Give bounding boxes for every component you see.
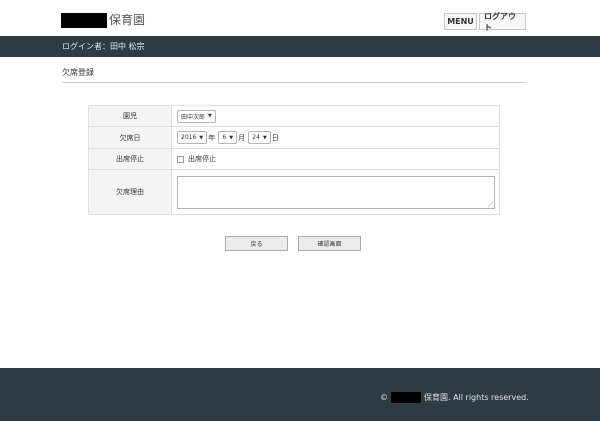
site-logo[interactable]: 保育園 — [61, 13, 145, 28]
year-select[interactable]: 2016 ▼ — [177, 131, 208, 144]
day-select[interactable]: 24 ▼ — [248, 131, 271, 144]
copyright: © 保育園. All rights reserved. — [380, 392, 529, 403]
header-buttons: MENU ログアウト — [444, 12, 526, 32]
logout-button[interactable]: ログアウト — [479, 12, 526, 32]
title-divider — [62, 82, 526, 83]
month-unit: 月 — [238, 133, 246, 142]
year-unit: 年 — [208, 133, 216, 142]
day-select-value: 24 — [252, 134, 260, 141]
absence-date-label: 欠席日 — [88, 126, 172, 149]
redacted-name — [391, 392, 421, 403]
copyright-symbol: © — [380, 393, 388, 402]
redacted-logo-name — [61, 13, 107, 28]
child-select[interactable]: 田中次郎 ▼ — [177, 109, 216, 123]
month-select-value: 6 — [222, 134, 227, 141]
absence-form: 園児 田中次郎 ▼ 欠席日 2016 ▼ 年 6 ▼ 月 24 ▼ 日 出席停止 出席停… — [88, 105, 500, 215]
user-bar: ログイン者：田中 松宗 — [0, 36, 600, 57]
stop-attendance-label: 出席停止 — [88, 148, 172, 170]
chevron-down-icon: ▼ — [208, 113, 212, 119]
day-unit: 日 — [271, 133, 279, 142]
chevron-down-icon: ▼ — [199, 134, 204, 141]
footer: © 保育園. All rights reserved. — [0, 368, 600, 421]
header: 保育園 MENU ログアウト — [0, 0, 600, 36]
reason-label: 欠席理由 — [88, 169, 172, 215]
menu-button[interactable]: MENU — [444, 13, 477, 30]
resize-grip-icon[interactable] — [488, 201, 493, 207]
month-select[interactable]: 6 ▼ — [218, 131, 238, 144]
confirm-button[interactable]: 確認画面 — [298, 236, 361, 251]
copyright-text: 保育園. All rights reserved. — [424, 393, 529, 402]
chevron-down-icon: ▼ — [229, 134, 234, 141]
chevron-down-icon: ▼ — [262, 134, 267, 141]
page-title: 欠席登録 — [62, 68, 94, 77]
back-button[interactable]: 戻る — [225, 236, 288, 251]
year-select-value: 2016 — [181, 134, 197, 141]
logo-text: 保育園 — [109, 13, 146, 27]
stop-attendance-checkbox[interactable] — [177, 155, 184, 163]
logged-in-user: ログイン者：田中 松宗 — [62, 42, 145, 51]
child-select-value: 田中次郎 — [181, 113, 206, 121]
reason-textarea[interactable] — [177, 175, 495, 209]
stop-attendance-checkbox-label[interactable]: 出席停止 — [188, 155, 216, 163]
child-label: 園児 — [88, 105, 172, 127]
